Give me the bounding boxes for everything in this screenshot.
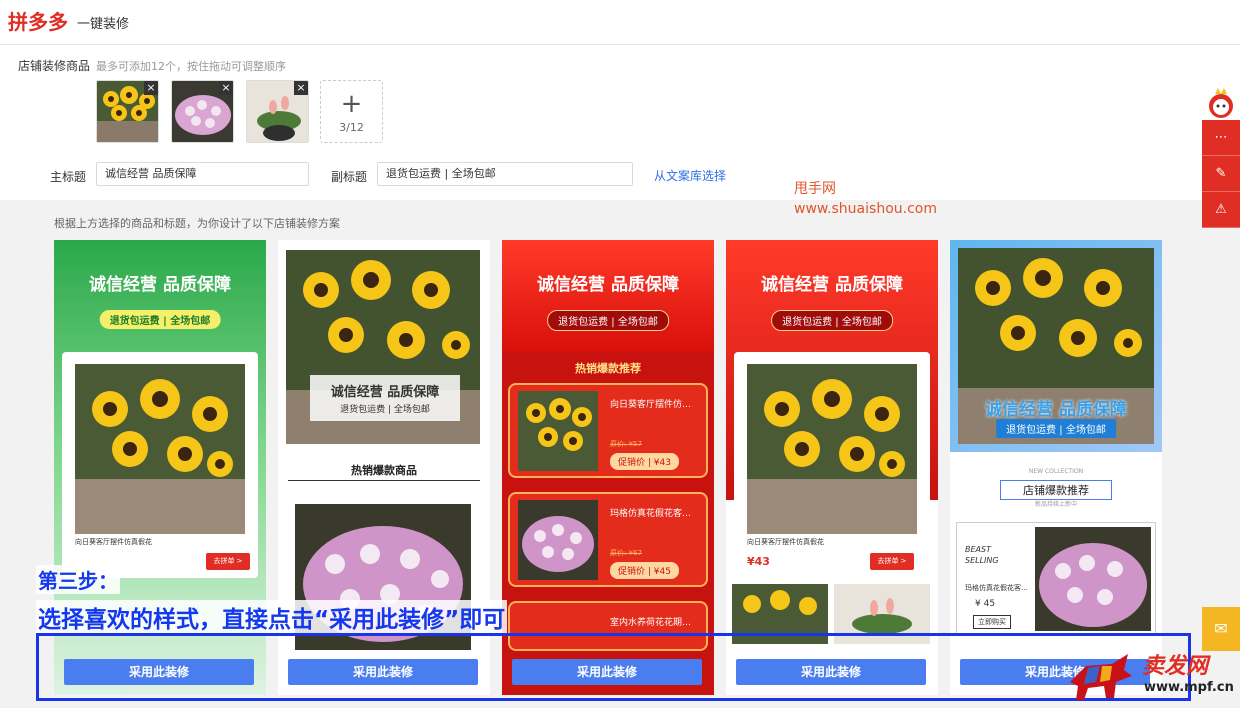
copy-library-link[interactable]: 从文案库选择 [654,167,726,184]
promo-price: 促销价 | ¥43 [610,453,679,470]
step-instruction: 选择喜欢的样式，直接点击“采用此装修”即可 [36,600,508,634]
section-subtitle: 新品持续上新中 [1034,501,1077,508]
design-card-4: 诚信经营 品质保障 退货包运费 | 全场包邮 向日葵客厅摆件仿真假花 ¥43 去… [726,240,938,695]
mail-icon[interactable]: ✉ [1202,607,1240,651]
card-subtitle: 退货包运费 | 全场包邮 [547,310,669,331]
sunflower-image [75,364,245,534]
product-name: 玛格仿真花假花客… [965,584,1028,592]
page-header: 拼多多 一键装修 [0,0,1240,45]
promo-price: 促销价 | ¥45 [610,562,679,579]
sub-title-input[interactable]: 退货包运费 | 全场包邮 [377,162,633,186]
divider [288,480,480,481]
brand-name: 卖发网 [1142,654,1209,679]
buy-button[interactable]: 去拼单 > [206,553,250,570]
products-hint: 最多可添加12个，按住拖动可调整顺序 [96,60,286,73]
design-hint: 根据上方选择的商品和标题，为你设计了以下店铺装修方案 [54,217,340,230]
brand-url: www.mpf.cn [1144,680,1234,695]
product-panel: 向日葵客厅摆件仿真假花 去拼单 > [62,352,258,578]
product-thumb-sunflower[interactable]: × [96,80,159,143]
design-card-3: 诚信经营 品质保障 退货包运费 | 全场包邮 热销爆款推荐 向日葵客厅摆件仿… … [502,240,714,695]
side-toolbar: ⋯ ✎ ⚠ [1202,120,1240,228]
product-panel: 向日葵客厅摆件仿真假花 ¥43 去拼单 > [734,352,930,578]
warning-icon[interactable]: ⚠ [1202,192,1240,228]
sub-title-label: 副标题 [331,170,368,184]
card-subtitle: 退货包运费 | 全场包邮 [340,405,430,415]
original-price: 原价: ¥57 [610,440,642,448]
card-subtitle: 退货包运费 | 全场包邮 [99,310,221,329]
section-title: 店铺爆款推荐 [1000,480,1112,500]
add-product-button[interactable]: + 3/12 [320,80,383,143]
product-row: 向日葵客厅摆件仿… 原价: ¥57 促销价 | ¥43 [508,383,708,478]
product-price: ¥ 45 [975,599,996,609]
section-title: 热销爆款推荐 [575,362,641,375]
main-title-input[interactable]: 诚信经营 品质保障 [96,162,309,186]
highlight-frame [36,633,1191,701]
buy-now-button[interactable]: 立即购买 [973,615,1011,629]
card-title: 诚信经营 品质保障 [89,275,231,295]
product-name: 玛格仿真花假花客… [610,509,692,519]
remove-product-icon[interactable]: × [219,81,233,95]
red-banner [502,240,714,352]
sunflower-image [518,391,598,471]
products-label: 店铺装修商品 [18,59,91,73]
section-title: 热销爆款商品 [351,464,417,477]
collection-label: NEW COLLECTION [1028,468,1084,475]
daisy-image [518,500,598,580]
watermark-line1: 甩手网 [794,181,836,197]
watermark-line2: www.shuaishou.com [794,201,937,217]
design-card-5: 诚信经营 品质保障 退货包运费 | 全场包邮 NEW COLLECTION 店铺… [950,240,1162,695]
card-subtitle: 退货包运费 | 全场包邮 [771,310,893,331]
product-row: 玛格仿真花假花客… 原价: ¥67 促销价 | ¥45 [508,492,708,587]
card-title: 诚信经营 品质保障 [761,275,903,295]
product-price: ¥43 [747,555,770,568]
product-name: 室内水养荷花花期… [610,618,692,628]
card-title: 诚信经营 品质保障 [330,385,440,400]
product-name: 向日葵客厅摆件仿… [610,400,692,410]
buy-button[interactable]: 去拼单 > [870,553,914,570]
remove-product-icon[interactable]: × [294,81,308,95]
card-subtitle: 退货包运费 | 全场包邮 [996,419,1116,438]
remove-product-icon[interactable]: × [144,81,158,95]
bull-logo-icon [1070,654,1132,700]
product-panel: BEAST SELLING 玛格仿真花假花客… ¥ 45 立即购买 [956,522,1156,634]
card-title: 诚信经营 品质保障 [537,275,679,295]
pdd-logo: 拼多多 [8,10,68,34]
plus-icon: + [340,89,363,119]
product-thumb-lotus[interactable]: × [246,80,309,143]
product-name: 向日葵客厅摆件仿真假花 [747,538,824,546]
mascot-icon[interactable] [1206,88,1236,120]
selling-label: SELLING [965,556,999,565]
title-overlay: 诚信经营 品质保障 退货包运费 | 全场包邮 [310,375,460,421]
card-title: 诚信经营 品质保障 [985,400,1127,420]
step-label: 第三步： [36,565,120,594]
beast-label: BEAST [965,545,991,554]
daisy-image [1035,527,1151,631]
sunflower-image [747,364,917,534]
original-price: 原价: ¥67 [610,549,642,557]
product-name: 向日葵客厅摆件仿真假花 [75,538,152,546]
page-subtitle: 一键装修 [77,17,130,32]
product-thumb-daisy[interactable]: × [171,80,234,143]
chat-icon[interactable]: ⋯ [1202,120,1240,156]
product-count: 3/12 [339,121,364,134]
corner-logo: 卖发网 www.mpf.cn [1066,648,1238,706]
edit-icon[interactable]: ✎ [1202,156,1240,192]
main-title-label: 主标题 [50,170,87,184]
